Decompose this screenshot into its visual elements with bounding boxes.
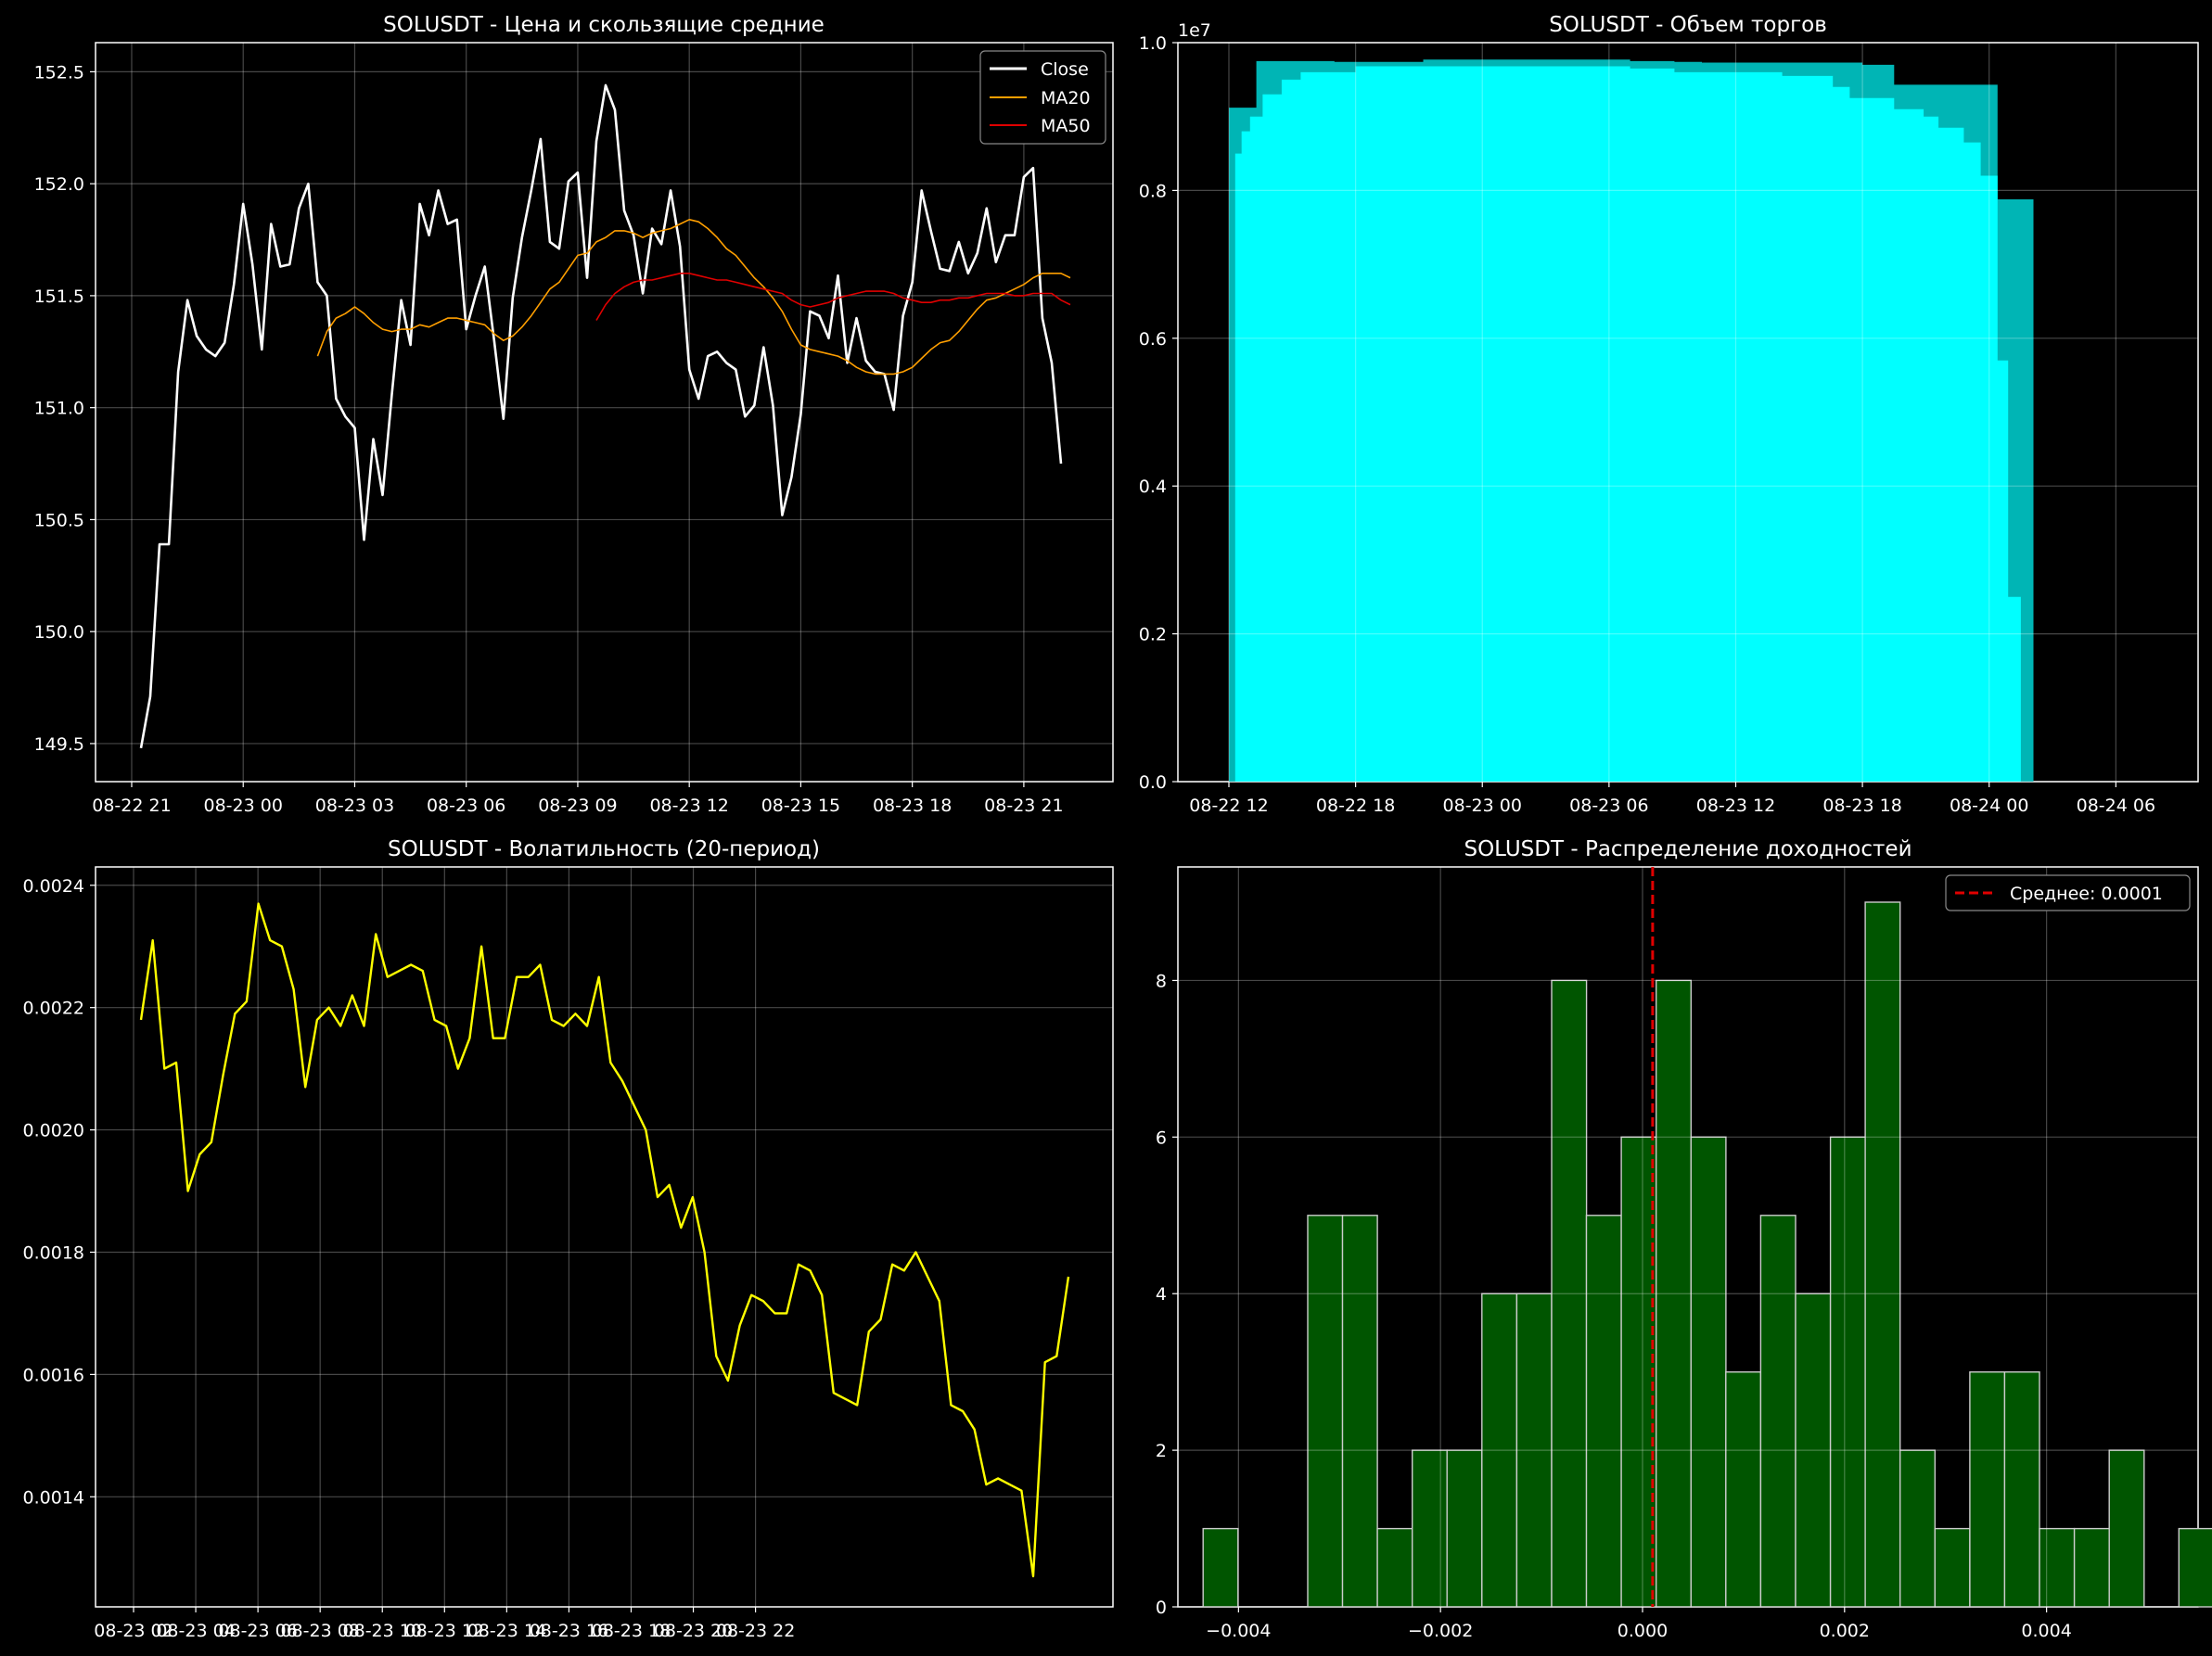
x-tick-label: 08-23 09 [538,796,617,816]
y-tick-label: 0.0020 [23,1121,84,1141]
y-tick-label: 150.0 [34,622,84,643]
legend-mean-label: Среднее: 0.0001 [2010,884,2163,904]
x-tick-label: 08-23 18 [1822,796,1901,816]
x-tick-label: 08-23 06 [1569,796,1648,816]
histogram-bar [1690,1136,1727,1608]
volume-chart-title: SOLUSDT - Объем торгов [1549,13,1827,37]
histogram-bar [1307,1215,1344,1608]
x-tick-label: 0.000 [1617,1621,1668,1641]
y-tick-label: 8 [1156,971,1167,991]
y-tick-label: 0.0014 [23,1487,84,1508]
histogram-bar [1376,1527,1413,1608]
x-tick-label: 08-23 12 [649,796,728,816]
histogram-bar [1341,1215,1378,1608]
x-tick-label: 0.002 [1820,1621,1870,1641]
x-tick-label: 08-23 22 [716,1621,795,1641]
figure-canvas: SOLUSDT - Цена и скользящие средние 149.… [23,13,2212,1641]
histogram-bar [1620,1136,1657,1608]
histogram-bar [1446,1449,1483,1608]
y-tick-label: 151.5 [34,287,84,307]
x-tick-label: 08-23 00 [204,796,283,816]
volatility-chart-panel: SOLUSDT - Волатильность (20-период) 0.00… [23,837,1114,1641]
volume-chart-area [1229,59,2034,783]
price-chart-panel: SOLUSDT - Цена и скользящие средние 149.… [34,13,1114,816]
volatility-chart-title: SOLUSDT - Волатильность (20-период) [388,837,820,861]
legend-close-label: Close [1041,59,1089,80]
y-tick-label: 0.0 [1139,772,1167,793]
histogram-bar [1725,1370,1762,1608]
price-chart-title: SOLUSDT - Цена и скользящие средние [383,13,825,37]
y-tick-label: 149.5 [34,734,84,755]
x-tick-label: −0.002 [1408,1621,1473,1641]
histogram-bar [2073,1527,2110,1608]
price-chart-plot-area [95,42,1114,783]
x-tick-label: 08-22 21 [92,796,171,816]
y-tick-label: 0.8 [1139,181,1167,201]
histogram-bar [1899,1449,1936,1608]
returns-histogram-legend: Среднее: 0.0001 [1945,874,2191,911]
y-tick-label: 0.0024 [23,876,84,897]
y-tick-label: 0.0016 [23,1365,84,1385]
volatility-chart-plot-area [95,866,1114,1608]
y-tick-label: 6 [1156,1127,1167,1148]
y-tick-label: 0.0018 [23,1242,84,1263]
x-tick-label: 08-23 06 [427,796,505,816]
price-chart-legend: Close MA20 MA50 [979,50,1106,145]
histogram-bar [1411,1449,1448,1608]
returns-histogram-title: SOLUSDT - Распределение доходностей [1464,837,1912,861]
volume-chart-offset-label: 1e7 [1178,20,1211,41]
x-tick-label: −0.004 [1206,1621,1271,1641]
x-tick-label: 08-23 03 [315,796,394,816]
histogram-bar [1829,1136,1866,1608]
histogram-bar [2108,1449,2145,1608]
y-tick-label: 4 [1156,1284,1167,1305]
legend-ma50-label: MA50 [1041,116,1091,136]
x-tick-label: 08-23 15 [761,796,840,816]
histogram-bar [2178,1527,2212,1608]
histogram-bar [2003,1370,2040,1608]
figure: SOLUSDT - Цена и скользящие средние 149.… [0,0,2212,1652]
x-tick-label: 08-24 00 [1950,796,2028,816]
histogram-bar [1585,1215,1622,1608]
histogram-bar [1759,1215,1796,1608]
y-tick-label: 152.5 [34,62,84,83]
volume-chart-panel: SOLUSDT - Объем торгов 1e7 0.0 0.2 0.4 0.6 0… [1139,13,2199,816]
y-tick-label: 151.0 [34,399,84,419]
x-tick-label: 08-23 12 [1696,796,1775,816]
y-tick-label: 0 [1156,1598,1167,1618]
y-tick-label: 0.2 [1139,625,1167,645]
y-tick-label: 152.0 [34,174,84,195]
returns-histogram-panel: SOLUSDT - Распределение доходностей 0 2 4 6… [1156,837,2212,1641]
x-tick-label: 08-22 18 [1316,796,1395,816]
x-tick-label: 08-23 21 [984,796,1063,816]
x-tick-label: 08-23 00 [1443,796,1522,816]
x-tick-label: 0.004 [2021,1621,2071,1641]
x-tick-label: 08-22 12 [1189,796,1268,816]
y-tick-label: 0.6 [1139,329,1167,350]
x-tick-label: 08-23 18 [873,796,952,816]
legend-ma20-label: MA20 [1041,88,1091,108]
y-tick-label: 0.0022 [23,999,84,1019]
y-tick-label: 2 [1156,1441,1167,1461]
y-tick-label: 0.4 [1139,477,1167,497]
y-tick-label: 1.0 [1139,33,1167,54]
histogram-bar [1202,1527,1239,1608]
histogram-bar [1934,1527,1971,1608]
histogram-bar [2039,1527,2076,1608]
histogram-bar [1969,1370,2006,1608]
x-tick-label: 08-24 06 [2077,796,2155,816]
histogram-bar [1864,901,1901,1608]
volume-area-inner [1231,66,2021,782]
y-tick-label: 150.5 [34,510,84,530]
